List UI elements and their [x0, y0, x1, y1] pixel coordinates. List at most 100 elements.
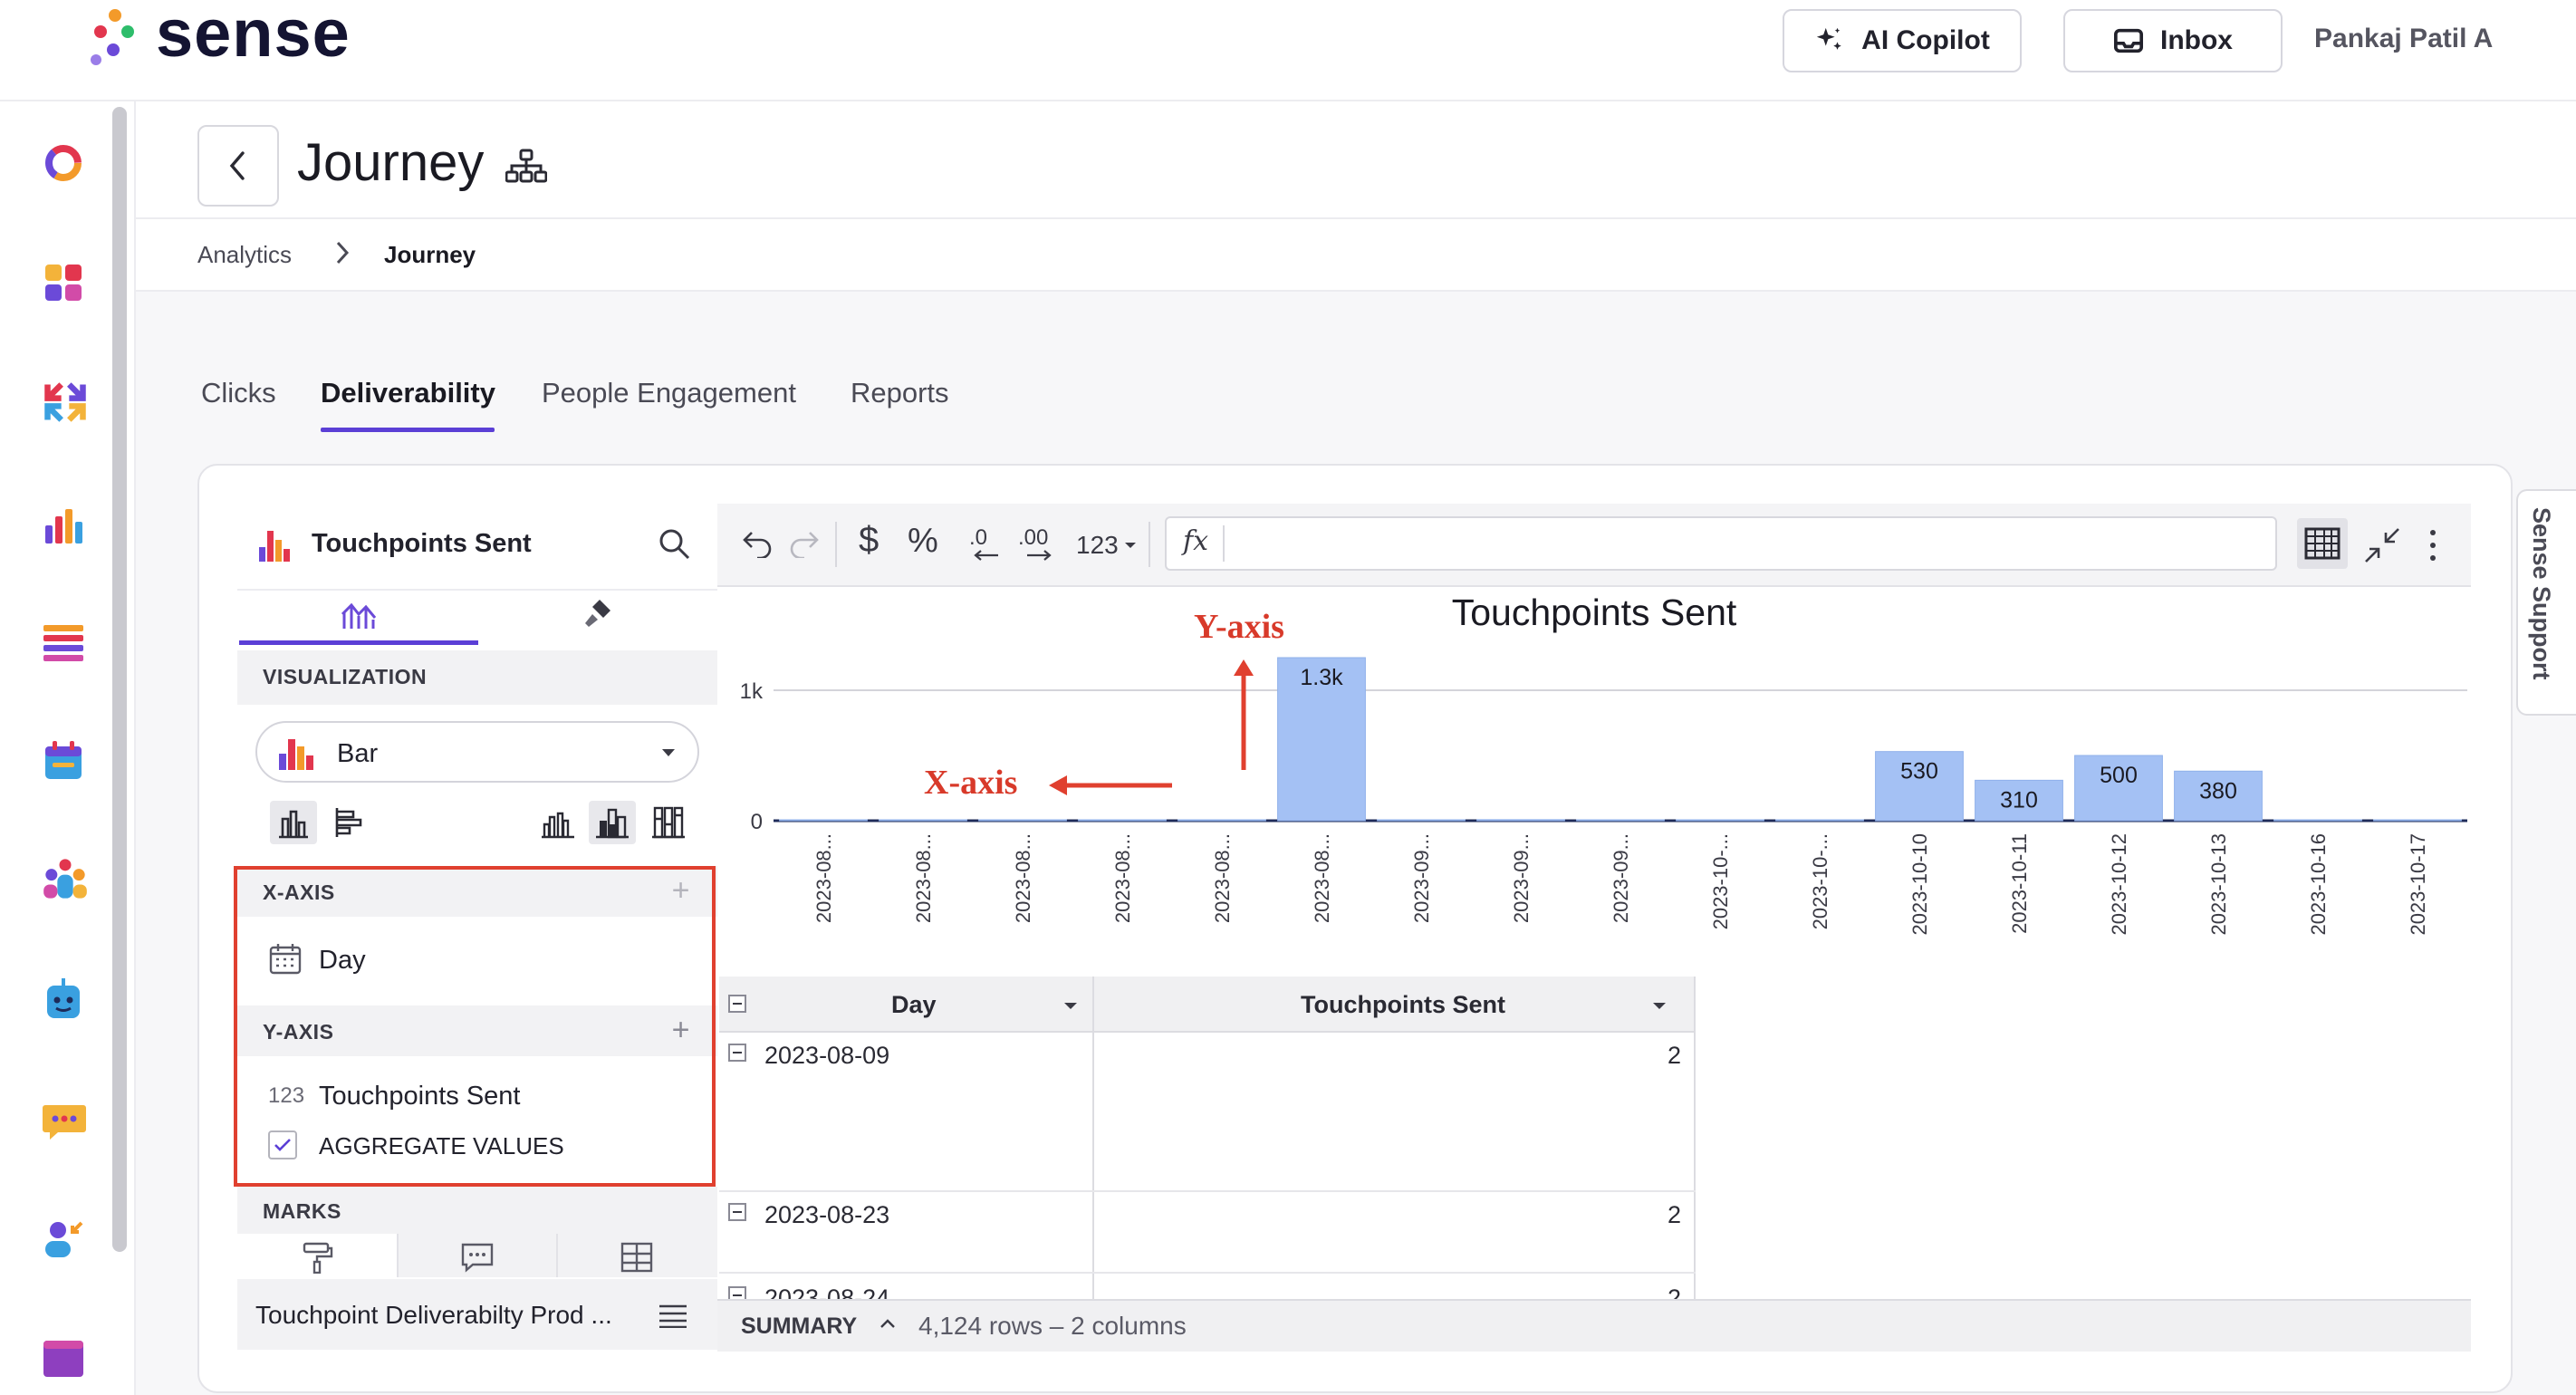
increase-decimal-label: .00	[1018, 525, 1049, 550]
horizontal-bars-button[interactable]	[328, 801, 375, 844]
currency-format-button[interactable]: $	[859, 520, 879, 561]
number-format-dropdown[interactable]: 123	[1076, 527, 1137, 563]
x-tick-label: 2023-10-11	[2008, 833, 2031, 934]
summary-bar[interactable]: SUMMARY 4,124 rows – 2 columns	[717, 1299, 2471, 1352]
horizontal-bars-icon	[335, 808, 362, 837]
x-tick-label: 2023-08...	[1012, 833, 1034, 923]
user-name[interactable]: Pankaj Patil A	[2314, 24, 2493, 54]
collapse-all-icon[interactable]	[728, 995, 746, 1013]
percent-format-button[interactable]: %	[908, 522, 938, 561]
dataset-footer[interactable]: Touchpoint Deliverabilty Prod ...	[237, 1279, 717, 1350]
bar-data-label: 310	[2000, 787, 2038, 813]
x-tick-label: 2023-09...	[1610, 833, 1632, 923]
grouped-bars-button[interactable]	[534, 801, 582, 844]
sidebar-item-overview[interactable]	[42, 141, 85, 185]
bar[interactable]	[2373, 819, 2462, 822]
sense-support-label: Sense Support	[2528, 507, 2555, 680]
bar[interactable]	[2273, 819, 2362, 822]
bar[interactable]	[1476, 819, 1565, 822]
logo-icon[interactable]	[89, 9, 143, 67]
bar[interactable]	[1676, 819, 1764, 822]
sense-support-tab[interactable]: Sense Support	[2516, 489, 2576, 716]
tooltip-icon	[461, 1243, 494, 1273]
formula-input[interactable]: fx	[1165, 516, 2277, 571]
user-arrow-icon	[45, 1221, 83, 1257]
bar[interactable]	[978, 819, 1067, 822]
sidebar-item-journeys[interactable]	[42, 379, 86, 422]
cell-value: 2	[1667, 1201, 1681, 1228]
dashboard-icon	[45, 265, 82, 301]
tab-people-engagement[interactable]: People Engagement	[542, 377, 796, 409]
breadcrumb-item-analytics[interactable]: Analytics	[197, 241, 292, 269]
data-table: Day Touchpoints Sent 2023-08-09 2 2023-0…	[719, 976, 1696, 1299]
bar[interactable]	[1775, 819, 1864, 822]
caret-down-icon[interactable]	[1652, 1002, 1667, 1010]
x-tick-label: 2023-10-...	[1809, 833, 1831, 929]
chart-title: Touchpoints Sent	[1452, 592, 1737, 633]
data-tab[interactable]	[239, 589, 478, 645]
table-row[interactable]: 2023-08-09 2	[719, 1033, 1696, 1192]
more-options-icon[interactable]	[2427, 527, 2438, 563]
x-tick-label: 2023-08...	[1211, 833, 1234, 923]
row-collapse-icon[interactable]	[728, 1044, 746, 1062]
bar[interactable]	[1177, 819, 1266, 822]
ai-copilot-button[interactable]: AI Copilot	[1783, 9, 2022, 72]
sidebar-item-templates[interactable]	[42, 1337, 85, 1381]
sidebar-item-lists[interactable]	[42, 621, 85, 665]
stacked-bars-button[interactable]	[589, 801, 636, 844]
bar[interactable]	[1078, 819, 1167, 822]
chevron-up-icon[interactable]	[879, 1317, 897, 1330]
bar[interactable]	[779, 819, 868, 822]
caret-down-icon[interactable]	[1063, 1002, 1078, 1010]
undo-icon[interactable]	[741, 527, 774, 558]
bar-chart-icon	[279, 739, 313, 770]
visualization-type-select[interactable]: Bar	[255, 721, 699, 783]
collapse-icon[interactable]	[2362, 525, 2402, 565]
cell-day: 2023-08-09	[764, 1042, 890, 1069]
percent-bars-button[interactable]	[645, 801, 692, 844]
x-tick-label: 2023-10-17	[2407, 833, 2429, 936]
sidebar-item-people[interactable]	[42, 855, 87, 899]
search-icon[interactable]	[658, 527, 692, 562]
redo-icon[interactable]	[788, 527, 821, 558]
cell-day: 2023-08-23	[764, 1201, 890, 1228]
marks-tab-tooltip[interactable]	[399, 1234, 558, 1277]
sidebar-item-analytics[interactable]	[42, 504, 85, 547]
tab-deliverability[interactable]: Deliverability	[321, 377, 495, 409]
chart-settings-icon	[341, 602, 377, 629]
column-header-touchpoints[interactable]: Touchpoints Sent	[1094, 976, 1696, 1033]
sidebar-item-user-assign[interactable]	[42, 1217, 85, 1261]
hierarchy-icon[interactable]	[505, 149, 548, 189]
marks-tab-color[interactable]	[237, 1234, 399, 1277]
table-view-icon[interactable]	[2297, 518, 2348, 569]
sidebar-item-bot[interactable]	[42, 978, 85, 1022]
row-collapse-icon[interactable]	[728, 1203, 746, 1221]
marks-tab-detail[interactable]	[558, 1234, 717, 1277]
table-row[interactable]: 2023-08-24 2	[719, 1274, 1696, 1299]
page-title: Journey	[297, 133, 485, 192]
y-tick-label: 1k	[740, 679, 764, 704]
sidebar-item-dashboard[interactable]	[42, 261, 85, 304]
column-header-day[interactable]: Day	[755, 976, 1092, 1033]
sidebar-item-messages[interactable]	[42, 1100, 86, 1143]
list-icon[interactable]	[658, 1303, 688, 1328]
bar[interactable]	[1576, 819, 1665, 822]
decrease-decimal-button[interactable]: .0	[967, 525, 1004, 565]
tab-reports[interactable]: Reports	[851, 377, 949, 409]
sidebar-item-calendar[interactable]	[42, 739, 85, 783]
table-row[interactable]: 2023-08-23 2	[719, 1192, 1696, 1274]
row-collapse-icon[interactable]	[728, 1286, 746, 1299]
decrease-decimal-label: .0	[969, 525, 988, 550]
vertical-bars-button[interactable]	[270, 801, 317, 844]
cell-day: 2023-08-24	[764, 1284, 890, 1299]
increase-decimal-button[interactable]: .00	[1018, 525, 1060, 565]
cell-value: 2	[1667, 1042, 1681, 1069]
back-button[interactable]	[197, 125, 279, 207]
chevron-right-icon	[333, 237, 351, 273]
bar[interactable]	[1377, 819, 1466, 822]
sidebar-scrollbar[interactable]	[112, 107, 127, 1252]
bar[interactable]	[879, 819, 967, 822]
tab-clicks[interactable]: Clicks	[201, 377, 276, 409]
style-tab[interactable]	[478, 589, 717, 645]
inbox-button[interactable]: Inbox	[2063, 9, 2283, 72]
